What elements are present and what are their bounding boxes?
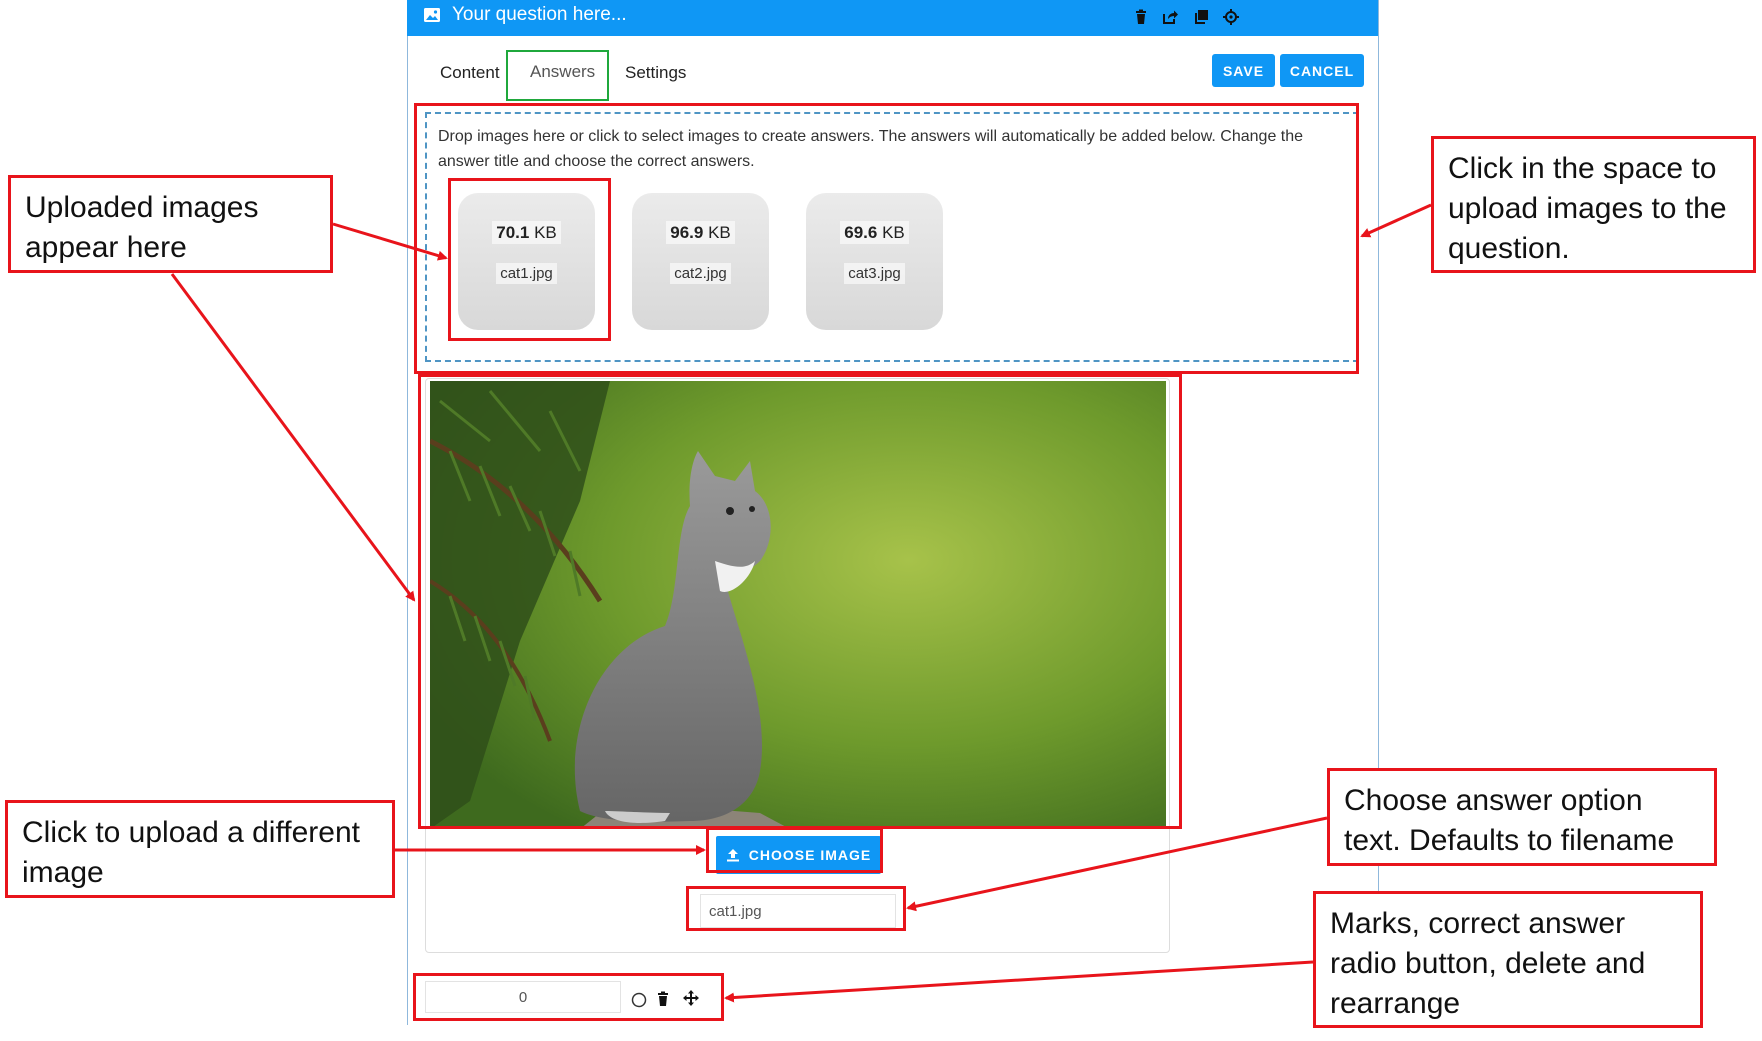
arrow-to-thumbnail <box>332 222 448 261</box>
arrow-to-dropzone <box>1360 203 1432 238</box>
annotation-arrows <box>170 203 1432 1003</box>
arrow-to-answer-text <box>906 816 1328 912</box>
arrow-to-image <box>170 273 416 602</box>
arrow-to-controls <box>724 960 1314 1003</box>
